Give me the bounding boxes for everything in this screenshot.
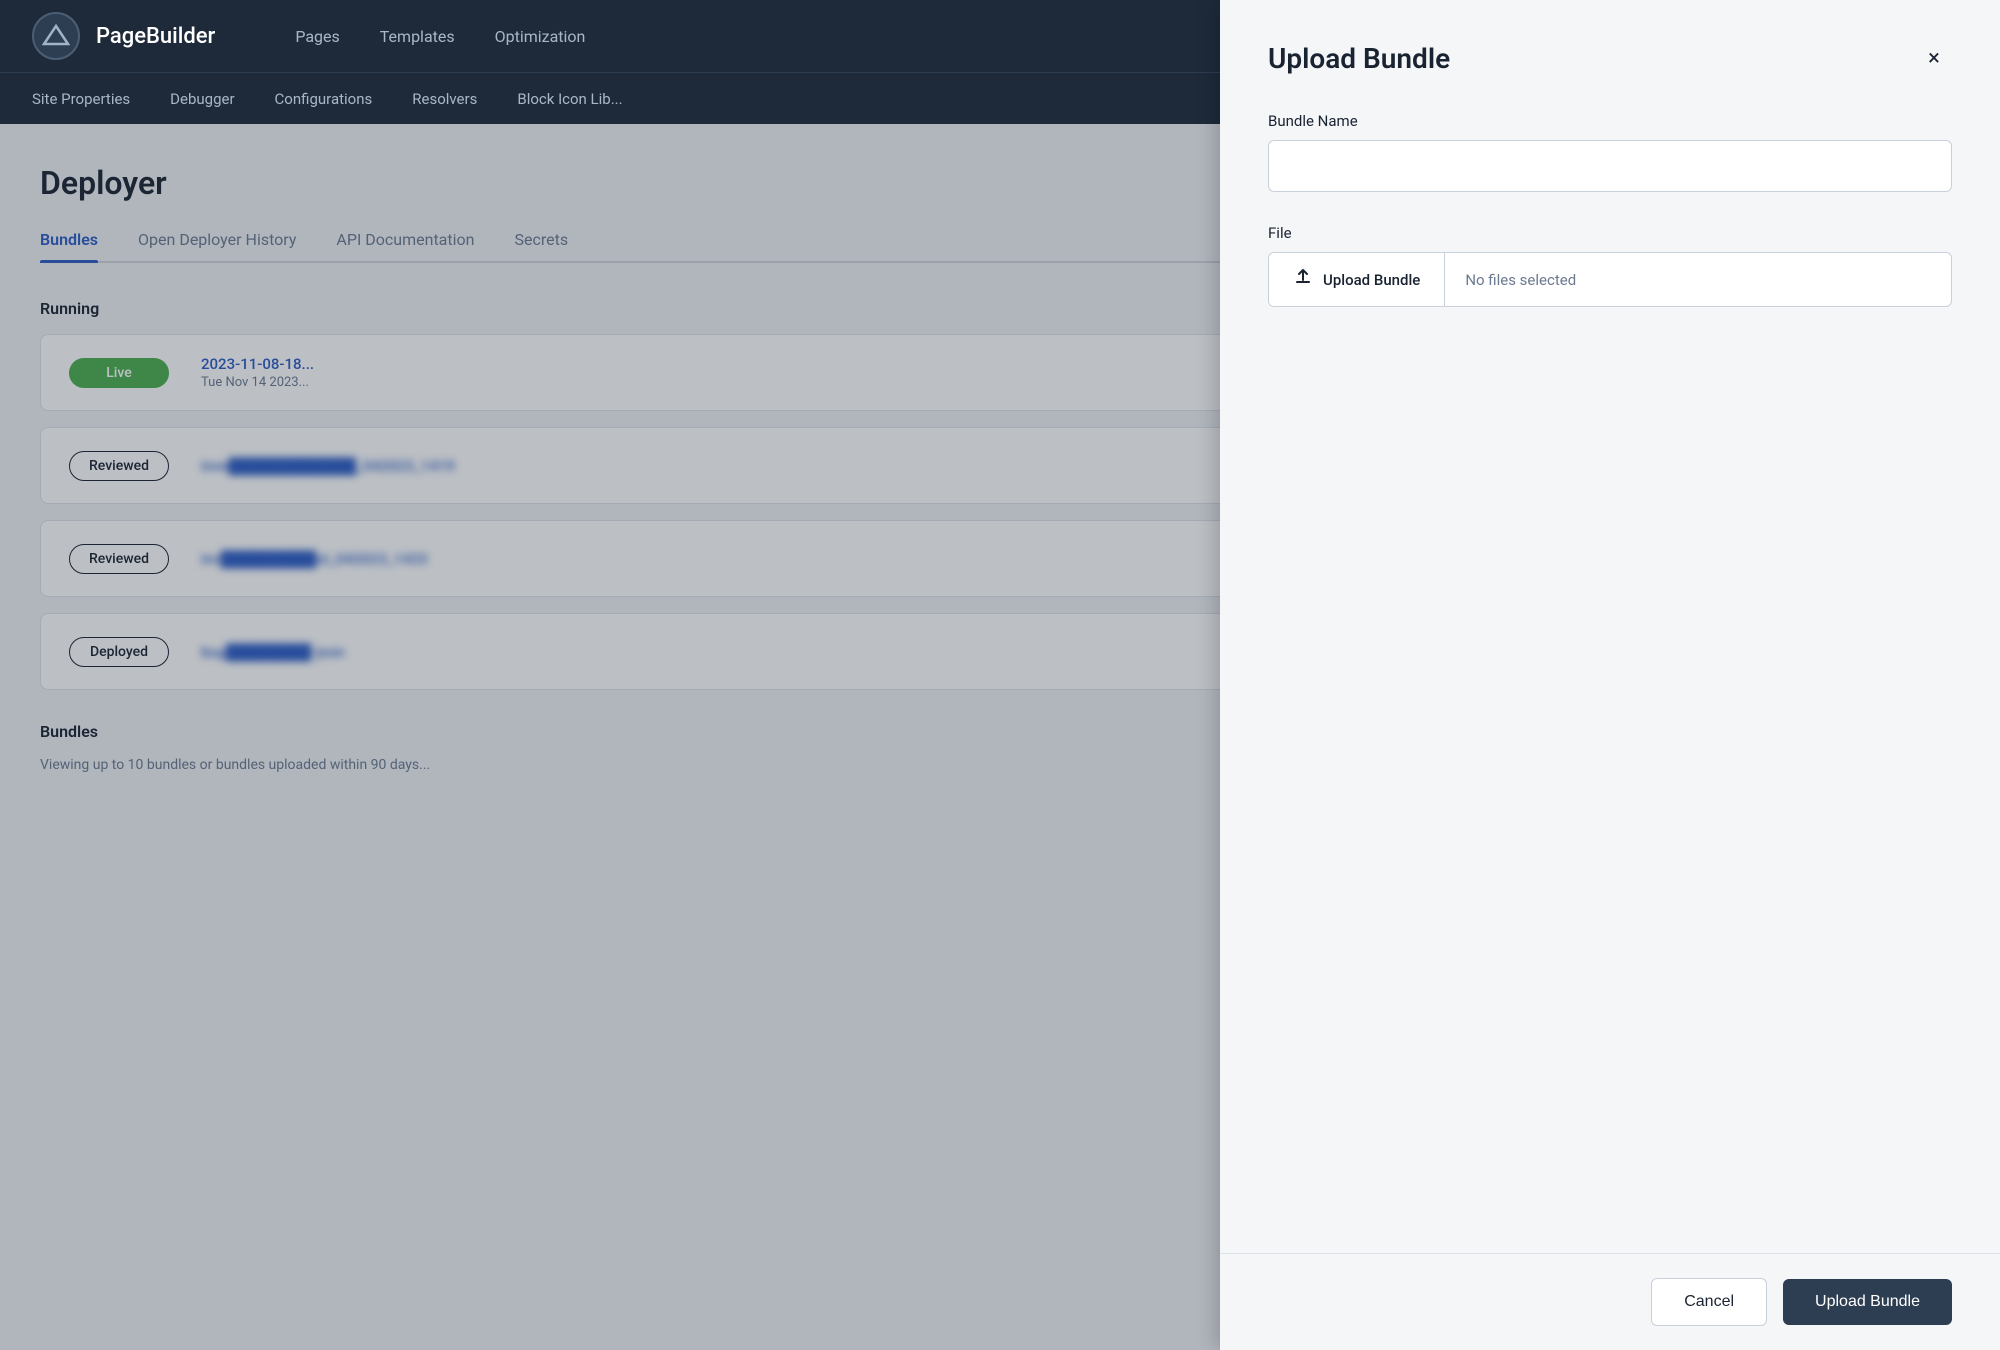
modal-body: Bundle Name File Upload Bundle bbox=[1220, 104, 2000, 1253]
nav-link-optimization[interactable]: Optimization bbox=[495, 27, 586, 46]
modal-panel: Upload Bundle × Bundle Name File bbox=[1220, 0, 2000, 1350]
status-badge-deployed-4: Deployed bbox=[69, 637, 169, 667]
app-logo-icon bbox=[32, 12, 80, 60]
bundle-name-label: Bundle Name bbox=[1268, 112, 1952, 130]
upload-bundle-button[interactable]: Upload Bundle bbox=[1269, 253, 1445, 306]
status-badge-reviewed-3: Reviewed bbox=[69, 544, 169, 574]
file-form-group: File Upload Bundle No files selected bbox=[1268, 224, 1952, 307]
file-label: File bbox=[1268, 224, 1952, 242]
status-badge-live: Live bbox=[69, 358, 169, 388]
logo-area: PageBuilder bbox=[32, 12, 215, 60]
modal-header: Upload Bundle × bbox=[1220, 0, 2000, 104]
sub-nav-configurations[interactable]: Configurations bbox=[275, 90, 373, 108]
tab-api-documentation[interactable]: API Documentation bbox=[336, 230, 474, 261]
status-badge-reviewed-2: Reviewed bbox=[69, 451, 169, 481]
nav-link-pages[interactable]: Pages bbox=[295, 27, 339, 46]
bundle-name-input[interactable] bbox=[1268, 140, 1952, 192]
tab-bundles[interactable]: Bundles bbox=[40, 230, 98, 261]
file-upload-row: Upload Bundle No files selected bbox=[1268, 252, 1952, 307]
top-nav-links: Pages Templates Optimization bbox=[295, 27, 585, 46]
sub-nav-site-properties[interactable]: Site Properties bbox=[32, 90, 130, 108]
cancel-button[interactable]: Cancel bbox=[1651, 1278, 1767, 1326]
modal-close-button[interactable]: × bbox=[1916, 40, 1952, 76]
app-title: PageBuilder bbox=[96, 24, 215, 49]
upload-button-label: Upload Bundle bbox=[1323, 271, 1420, 289]
bundle-name-form-group: Bundle Name bbox=[1268, 112, 1952, 192]
sub-nav-block-icon-lib[interactable]: Block Icon Lib... bbox=[517, 90, 622, 108]
no-files-text: No files selected bbox=[1445, 257, 1951, 303]
modal-title: Upload Bundle bbox=[1268, 42, 1450, 75]
nav-link-templates[interactable]: Templates bbox=[380, 27, 455, 46]
tab-open-deployer-history[interactable]: Open Deployer History bbox=[138, 230, 296, 261]
submit-upload-button[interactable]: Upload Bundle bbox=[1783, 1279, 1952, 1325]
app-container: PageBuilder Pages Templates Optimization… bbox=[0, 0, 2000, 1350]
sub-nav-debugger[interactable]: Debugger bbox=[170, 90, 234, 108]
tab-secrets[interactable]: Secrets bbox=[514, 230, 568, 261]
modal-footer: Cancel Upload Bundle bbox=[1220, 1253, 2000, 1350]
upload-icon bbox=[1293, 267, 1313, 292]
sub-nav-resolvers[interactable]: Resolvers bbox=[412, 90, 477, 108]
